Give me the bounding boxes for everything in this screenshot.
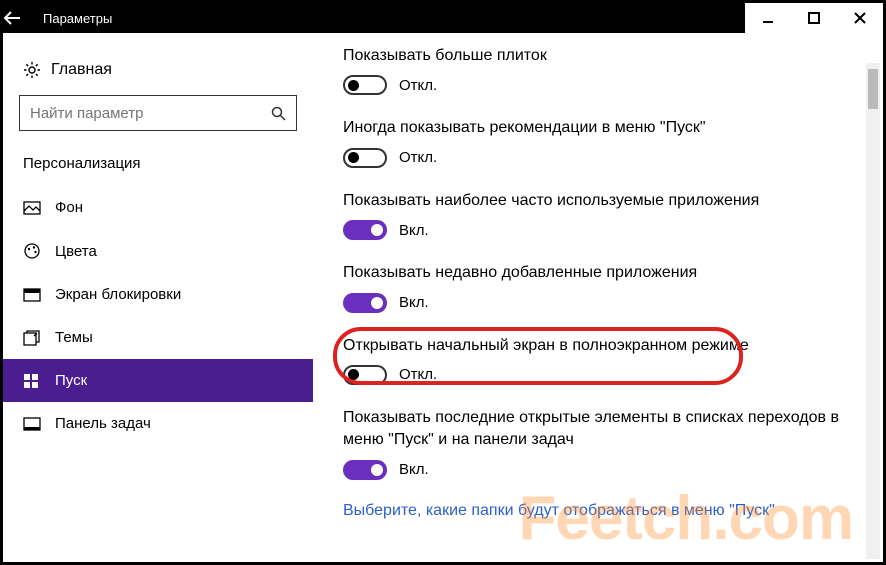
themes-icon	[23, 330, 55, 346]
toggle-state: Вкл.	[399, 461, 429, 478]
toggle-switch[interactable]	[343, 460, 387, 480]
setting-most-used: Показывать наиболее часто используемые п…	[343, 190, 853, 240]
sidebar-item-label: Панель задач	[55, 415, 151, 432]
sidebar-category: Персонализация	[3, 149, 313, 186]
sidebar-item-taskbar[interactable]: Панель задач	[3, 402, 313, 445]
setting-label: Показывать последние открытые элементы в…	[343, 407, 853, 452]
titlebar: Параметры	[3, 3, 883, 33]
sidebar-item-label: Фон	[55, 199, 83, 216]
toggle-state: Вкл.	[399, 294, 429, 311]
setting-label: Показывать наиболее часто используемые п…	[343, 190, 853, 212]
sidebar-home[interactable]: Главная	[3, 53, 313, 95]
gear-icon	[23, 61, 51, 79]
setting-label: Показывать больше плиток	[343, 45, 853, 67]
sidebar-item-lockscreen[interactable]: Экран блокировки	[3, 273, 313, 316]
toggle-switch[interactable]	[343, 75, 387, 95]
sidebar-item-label: Пуск	[55, 372, 87, 389]
start-icon	[23, 373, 55, 389]
toggle-switch[interactable]	[343, 148, 387, 168]
toggle-state: Откл.	[399, 366, 437, 383]
setting-label: Открывать начальный экран в полноэкранно…	[343, 335, 853, 357]
choose-folders-link[interactable]: Выберите, какие папки будут отображаться…	[343, 502, 853, 520]
toggle-switch[interactable]	[343, 293, 387, 313]
sidebar-home-label: Главная	[51, 61, 112, 79]
setting-suggestions: Иногда показывать рекомендации в меню "П…	[343, 117, 853, 167]
setting-recently-added: Показывать недавно добавленные приложени…	[343, 262, 853, 312]
search-icon	[271, 106, 286, 121]
palette-icon	[23, 242, 55, 260]
window-controls	[745, 3, 883, 33]
window-title: Параметры	[43, 11, 112, 26]
close-button[interactable]	[837, 3, 883, 33]
toggle-switch[interactable]	[343, 220, 387, 240]
sidebar-item-themes[interactable]: Темы	[3, 316, 313, 359]
sidebar-item-background[interactable]: Фон	[3, 186, 313, 229]
sidebar-item-label: Цвета	[55, 243, 97, 260]
sidebar-item-start[interactable]: Пуск	[3, 359, 313, 402]
sidebar-item-label: Экран блокировки	[55, 286, 181, 303]
picture-icon	[23, 201, 55, 215]
search-box[interactable]	[19, 95, 297, 131]
main-panel: Показывать больше плиток Откл. Иногда по…	[313, 33, 883, 562]
sidebar-item-colors[interactable]: Цвета	[3, 229, 313, 273]
sidebar-item-label: Темы	[55, 329, 93, 346]
toggle-state: Откл.	[399, 149, 437, 166]
toggle-state: Откл.	[399, 77, 437, 94]
taskbar-icon	[23, 417, 55, 431]
search-input[interactable]	[30, 105, 271, 122]
setting-fullscreen-start: Открывать начальный экран в полноэкранно…	[343, 335, 853, 385]
setting-label: Иногда показывать рекомендации в меню "П…	[343, 117, 853, 139]
sidebar: Главная Персонализация Фон Цвета Экран б…	[3, 33, 313, 562]
maximize-button[interactable]	[791, 3, 837, 33]
back-button[interactable]	[3, 11, 43, 25]
scrollbar-thumb[interactable]	[868, 69, 878, 109]
content-area: Главная Персонализация Фон Цвета Экран б…	[3, 33, 883, 562]
setting-label: Показывать недавно добавленные приложени…	[343, 262, 853, 284]
toggle-state: Вкл.	[399, 222, 429, 239]
toggle-switch[interactable]	[343, 365, 387, 385]
lockscreen-icon	[23, 288, 55, 302]
minimize-button[interactable]	[745, 3, 791, 33]
setting-more-tiles: Показывать больше плиток Откл.	[343, 45, 853, 95]
scrollbar[interactable]	[866, 63, 880, 559]
setting-jumplists: Показывать последние открытые элементы в…	[343, 407, 853, 480]
settings-window: Параметры Главная Персонализация	[0, 0, 886, 565]
